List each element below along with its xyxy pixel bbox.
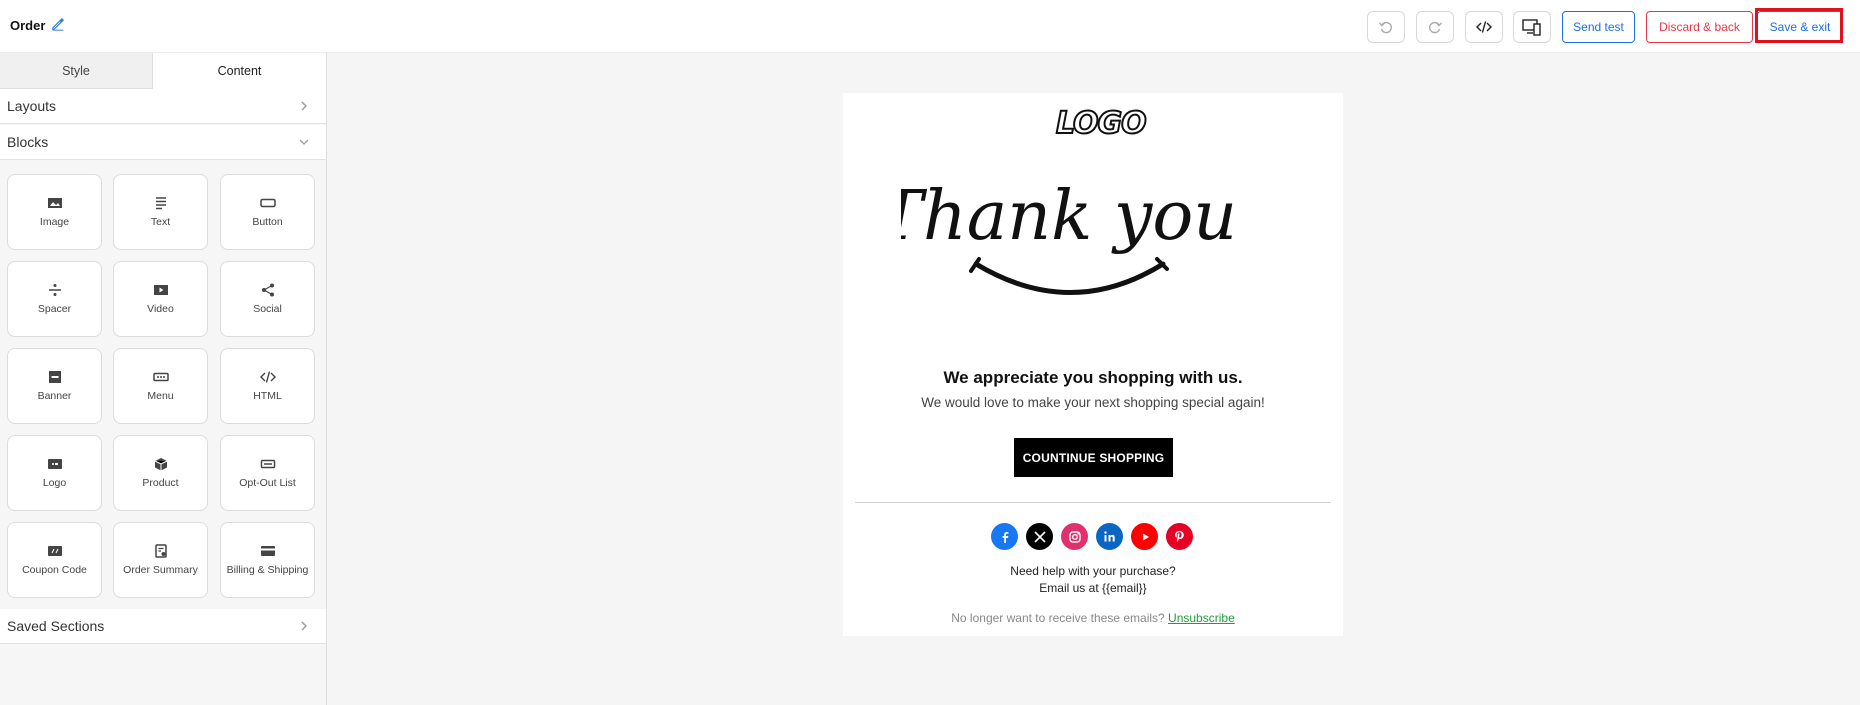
block-label: Banner (37, 390, 72, 402)
redo-button[interactable] (1416, 11, 1454, 43)
layouts-section[interactable]: Layouts (0, 89, 326, 124)
block-text[interactable]: Text (113, 174, 208, 250)
coupon-icon (47, 546, 62, 556)
x-twitter-icon[interactable] (1026, 523, 1053, 550)
order-summary-icon (154, 544, 167, 558)
video-icon (153, 285, 168, 295)
discard-back-button[interactable]: Discard & back (1646, 11, 1753, 43)
block-label: Logo (42, 477, 67, 489)
block-video[interactable]: Video (113, 261, 208, 337)
linkedin-icon[interactable] (1096, 523, 1123, 550)
block-label: Spacer (37, 303, 72, 315)
block-label: Order Summary (123, 564, 198, 576)
block-product[interactable]: Product (113, 435, 208, 511)
code-view-button[interactable] (1465, 11, 1503, 43)
block-label: Billing & Shipping (226, 564, 309, 576)
instagram-icon[interactable] (1061, 523, 1088, 550)
save-exit-button[interactable]: Save & exit (1757, 11, 1843, 43)
sidebar: Style Content Layouts Blocks Image Text … (0, 53, 327, 705)
unsubscribe-prefix: No longer want to receive these emails? (951, 611, 1165, 625)
menu-icon (152, 372, 169, 382)
unsubscribe-line: No longer want to receive these emails? … (843, 611, 1343, 625)
chevron-right-icon (301, 101, 307, 111)
billing-icon (260, 546, 275, 556)
sidebar-tabs: Style Content (0, 53, 326, 89)
blocks-section[interactable]: Blocks (0, 125, 326, 160)
undo-button[interactable] (1367, 11, 1405, 43)
block-label: Coupon Code (22, 564, 87, 576)
block-label: Menu (147, 390, 174, 402)
block-coupon-code[interactable]: Coupon Code (7, 522, 102, 598)
email-headline[interactable]: We appreciate you shopping with us. (843, 368, 1343, 388)
image-icon (47, 198, 62, 208)
pencil-icon[interactable] (51, 17, 65, 31)
email-contact-text: Email us at {{email}} (1039, 581, 1147, 595)
undo-icon (1379, 21, 1392, 34)
banner-icon (48, 371, 61, 383)
block-opt-out-list[interactable]: Opt-Out List (220, 435, 315, 511)
block-label: Video (147, 303, 174, 315)
facebook-icon[interactable] (991, 523, 1018, 550)
saved-sections-section[interactable]: Saved Sections (0, 609, 326, 644)
product-icon (154, 458, 167, 471)
block-html[interactable]: HTML (220, 348, 315, 424)
opt-out-icon (260, 459, 275, 469)
block-label: Image (39, 216, 70, 228)
code-icon (1476, 21, 1492, 33)
block-spacer[interactable]: Spacer (7, 261, 102, 337)
thank-you-image[interactable]: Thank you! (901, 161, 1241, 301)
youtube-icon[interactable] (1131, 523, 1158, 550)
email-subline[interactable]: We would love to make your next shopping… (843, 395, 1343, 410)
tab-style[interactable]: Style (0, 53, 153, 89)
pinterest-icon[interactable] (1166, 523, 1193, 550)
chevron-down-icon (299, 139, 309, 145)
layouts-label: Layouts (7, 98, 57, 114)
block-billing-shipping[interactable]: Billing & Shipping (220, 522, 315, 598)
text-icon (155, 197, 166, 210)
chevron-right-icon (301, 621, 307, 631)
redo-icon (1429, 21, 1442, 34)
block-social[interactable]: Social (220, 261, 315, 337)
block-button[interactable]: Button (220, 174, 315, 250)
tab-content[interactable]: Content (153, 53, 326, 89)
help-text: Need help with your purchase? (1010, 564, 1176, 578)
blocks-label: Blocks (7, 134, 49, 150)
block-label: Opt-Out List (239, 477, 296, 489)
document-title: Order (10, 18, 46, 33)
block-menu[interactable]: Menu (113, 348, 208, 424)
block-logo[interactable]: Logo (7, 435, 102, 511)
button-icon (259, 198, 276, 208)
code-icon (259, 371, 276, 383)
block-label: Product (142, 477, 179, 489)
email-logo[interactable]: LOGO (1055, 105, 1148, 142)
social-icons[interactable] (991, 523, 1193, 550)
send-test-button[interactable]: Send test (1562, 11, 1635, 43)
continue-shopping-button[interactable]: COUNTINUE SHOPPING (1014, 438, 1173, 477)
block-label: Social (253, 303, 282, 315)
email-preview[interactable]: LOGO Thank you! We appreciate you shoppi… (843, 93, 1343, 636)
logo-icon (47, 459, 62, 469)
device-preview-button[interactable] (1513, 11, 1551, 43)
thank-you-text: Thank you! (901, 177, 1241, 256)
block-label: Text (150, 216, 171, 228)
block-label: Button (252, 216, 283, 228)
top-bar: Order Send test Discard & back Save & ex… (0, 0, 1860, 53)
block-order-summary[interactable]: Order Summary (113, 522, 208, 598)
share-icon (261, 283, 274, 297)
divider (855, 502, 1331, 503)
devices-icon (1522, 19, 1541, 36)
block-label: HTML (253, 390, 282, 402)
spacer-icon (48, 284, 61, 296)
saved-sections-label: Saved Sections (7, 618, 105, 634)
block-image[interactable]: Image (7, 174, 102, 250)
unsubscribe-link[interactable]: Unsubscribe (1168, 611, 1235, 625)
block-banner[interactable]: Banner (7, 348, 102, 424)
